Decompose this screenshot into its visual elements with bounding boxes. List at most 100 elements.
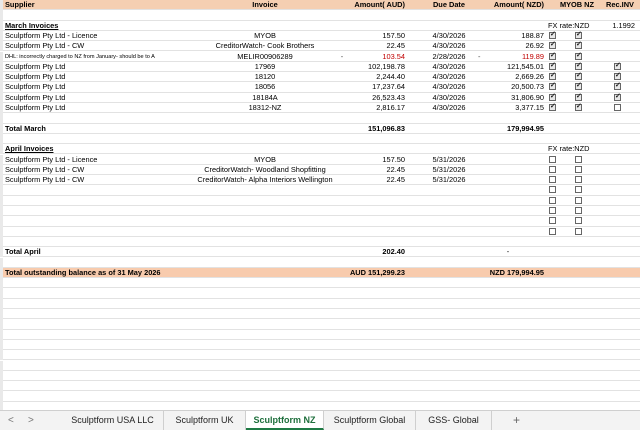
- row-header-marker[interactable]: [0, 360, 3, 371]
- due-date-cell[interactable]: 4/30/2026: [420, 31, 478, 41]
- row-header-marker[interactable]: [0, 267, 3, 279]
- row-header-marker[interactable]: [0, 350, 3, 361]
- row-header-marker[interactable]: [0, 113, 3, 124]
- myob-nz-checkbox[interactable]: [575, 102, 582, 112]
- invoice-cell[interactable]: CreditorWatch- Alpha Interiors Wellingto…: [160, 175, 370, 185]
- fx-checkbox[interactable]: [549, 186, 556, 194]
- row-header-marker[interactable]: [0, 51, 3, 62]
- row-header-marker[interactable]: [0, 370, 3, 382]
- myob-nz-checkbox[interactable]: [575, 227, 582, 235]
- invoice-cell[interactable]: CreditorWatch- Cook Brothers: [160, 41, 370, 51]
- rec-inv-checkbox[interactable]: [614, 81, 621, 91]
- invoice-cell[interactable]: 18056: [160, 82, 370, 92]
- invoice-cell[interactable]: MYOB: [160, 31, 370, 41]
- header-amount-nzd[interactable]: Amount( NZD): [472, 0, 544, 10]
- fx-checkbox[interactable]: [549, 30, 556, 40]
- fx-checkbox[interactable]: [549, 61, 556, 71]
- row-header-marker[interactable]: [0, 123, 3, 134]
- header-rec-inv[interactable]: Rec.INV: [602, 0, 638, 10]
- fx-checkbox[interactable]: [549, 207, 556, 214]
- row-header-marker[interactable]: [0, 309, 3, 320]
- tab-sculptform-uk[interactable]: Sculptform UK: [164, 411, 246, 430]
- march-section-title[interactable]: March Invoices: [5, 21, 205, 31]
- myob-nz-checkbox[interactable]: [575, 155, 582, 163]
- row-header-marker[interactable]: [0, 247, 3, 258]
- row-header-marker[interactable]: [0, 154, 3, 165]
- row-header-marker[interactable]: [0, 61, 3, 73]
- total-march-nzd[interactable]: 179,994.95: [472, 124, 544, 134]
- tab-sculptform-nz[interactable]: Sculptform NZ: [246, 411, 324, 430]
- invoice-cell[interactable]: 17969: [160, 62, 370, 72]
- amount-nzd-cell[interactable]: 2,669.26: [472, 72, 544, 82]
- total-outstanding-label[interactable]: Total outstanding balance as of 31 May 2…: [5, 268, 205, 278]
- header-myob-nz[interactable]: MYOB NZ: [557, 0, 597, 10]
- total-march-aud[interactable]: 151,096.83: [340, 124, 405, 134]
- row-header-marker[interactable]: [0, 319, 3, 330]
- row-header-marker[interactable]: [0, 133, 3, 145]
- total-april-aud[interactable]: 202.40: [340, 247, 405, 257]
- fx-checkbox[interactable]: [549, 155, 556, 163]
- row-header-marker[interactable]: [0, 10, 3, 21]
- total-april-nzd[interactable]: -: [472, 247, 544, 257]
- row-header-marker[interactable]: [0, 164, 3, 176]
- row-header-marker[interactable]: [0, 278, 3, 289]
- amount-nzd-cell[interactable]: 26.92: [472, 41, 545, 51]
- tab-scroll-left-icon[interactable]: <: [8, 415, 14, 426]
- rec-inv-checkbox[interactable]: [614, 104, 621, 111]
- row-header-marker[interactable]: [0, 195, 3, 206]
- tab-sculptform-global[interactable]: Sculptform Global: [324, 411, 416, 430]
- row-header-marker[interactable]: [0, 41, 3, 52]
- row-header-marker[interactable]: [0, 185, 3, 196]
- due-date-cell[interactable]: 4/30/2026: [420, 62, 478, 72]
- row-header-marker[interactable]: [0, 401, 3, 410]
- amount-aud-cell[interactable]: 2,244.40: [340, 72, 405, 82]
- amount-nzd-cell[interactable]: 121,545.01: [472, 62, 544, 72]
- row-header-marker[interactable]: [0, 339, 3, 351]
- amount-aud-cell[interactable]: 22.45: [340, 175, 406, 185]
- rec-inv-checkbox[interactable]: [614, 92, 621, 102]
- row-header-marker[interactable]: [0, 20, 3, 31]
- amount-aud-cell[interactable]: 26,523.43: [340, 93, 405, 103]
- amount-aud-cell[interactable]: 22.45: [340, 165, 406, 175]
- tab-sculptform-usa-llc[interactable]: Sculptform USA LLC: [62, 411, 164, 430]
- amount-nzd-cell[interactable]: 3,377.15: [472, 103, 544, 113]
- row-header-marker[interactable]: [0, 103, 3, 114]
- due-date-cell[interactable]: 5/31/2026: [420, 175, 478, 185]
- fx-checkbox[interactable]: [549, 196, 556, 204]
- row-header-marker[interactable]: [0, 82, 3, 93]
- amount-aud-cell[interactable]: 22.45: [340, 41, 406, 51]
- april-section-title[interactable]: April Invoices: [5, 144, 205, 154]
- due-date-cell[interactable]: 5/31/2026: [420, 165, 478, 175]
- row-header-marker[interactable]: [0, 226, 3, 237]
- myob-nz-checkbox[interactable]: [575, 92, 582, 102]
- total-outstanding-nzd[interactable]: NZD 179,994.95: [472, 268, 544, 278]
- total-march-label[interactable]: Total March: [5, 124, 205, 134]
- row-header-marker[interactable]: [0, 236, 3, 248]
- row-header-marker[interactable]: [0, 257, 3, 268]
- myob-nz-checkbox[interactable]: [575, 51, 582, 61]
- fx-checkbox[interactable]: [549, 102, 556, 112]
- myob-nz-checkbox[interactable]: [575, 81, 582, 91]
- row-header-marker[interactable]: [0, 0, 3, 11]
- myob-nz-checkbox[interactable]: [575, 207, 582, 214]
- invoice-cell[interactable]: 18312-NZ: [160, 103, 370, 113]
- tab-gss-global[interactable]: GSS- Global: [416, 411, 492, 430]
- due-date-cell[interactable]: 4/30/2026: [420, 93, 478, 103]
- row-header-marker[interactable]: [0, 381, 3, 392]
- myob-nz-checkbox[interactable]: [575, 61, 582, 71]
- total-outstanding-aud[interactable]: AUD 151,299.23: [340, 268, 405, 278]
- fx-checkbox[interactable]: [549, 92, 556, 102]
- row-header-marker[interactable]: [0, 175, 3, 186]
- header-invoice[interactable]: Invoice: [160, 0, 370, 10]
- due-date-cell[interactable]: 4/30/2026: [420, 41, 478, 51]
- add-sheet-icon[interactable]: +: [513, 413, 520, 427]
- row-header-marker[interactable]: [0, 329, 3, 340]
- row-header-marker[interactable]: [0, 206, 3, 217]
- fx-checkbox[interactable]: [549, 176, 556, 184]
- invoice-cell[interactable]: CreditorWatch- Woodland Shopfitting: [160, 165, 370, 175]
- due-date-cell[interactable]: 4/30/2026: [420, 103, 478, 113]
- row-header-marker[interactable]: [0, 216, 3, 227]
- row-header-marker[interactable]: [0, 72, 3, 83]
- myob-nz-checkbox[interactable]: [575, 40, 582, 50]
- row-header-marker[interactable]: [0, 391, 3, 402]
